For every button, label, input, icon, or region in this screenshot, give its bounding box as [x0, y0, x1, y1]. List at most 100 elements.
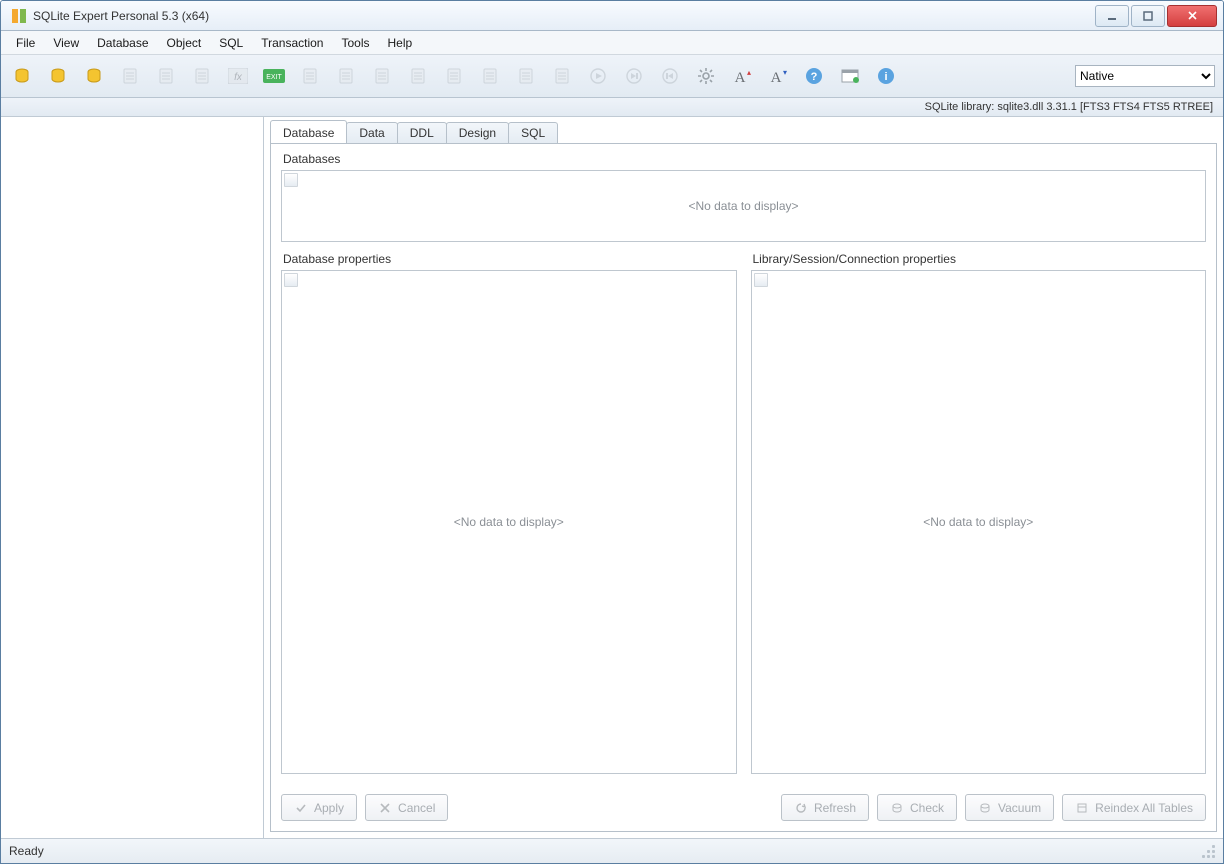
- tab-database[interactable]: Database: [270, 120, 347, 143]
- svg-text:▾: ▾: [783, 68, 787, 77]
- exit-icon[interactable]: EXIT: [261, 63, 287, 89]
- status-ready: Ready: [9, 844, 60, 858]
- x-icon: [378, 801, 392, 815]
- titlebar: SQLite Expert Personal 5.3 (x64): [1, 1, 1223, 31]
- button-label: Check: [910, 801, 944, 815]
- nodata-text: <No data to display>: [752, 271, 1206, 773]
- step-icon[interactable]: [621, 63, 647, 89]
- lib-props-label: Library/Session/Connection properties: [753, 252, 1207, 266]
- tabstrip: DatabaseDataDDLDesignSQL: [270, 119, 1217, 143]
- resize-grip-icon[interactable]: [1201, 844, 1215, 858]
- button-label: Cancel: [398, 801, 435, 815]
- lib-props-box[interactable]: <No data to display>: [751, 270, 1207, 774]
- script-icon[interactable]: [549, 63, 575, 89]
- remove-db-icon[interactable]: [117, 63, 143, 89]
- font-inc-icon[interactable]: A▴: [729, 63, 755, 89]
- svg-text:?: ?: [811, 71, 818, 83]
- svg-text:A: A: [771, 70, 782, 85]
- databases-box[interactable]: <No data to display>: [281, 170, 1206, 242]
- new-table-icon[interactable]: [297, 63, 323, 89]
- db-check-icon: [890, 801, 904, 815]
- svg-text:EXIT: EXIT: [266, 74, 282, 81]
- menu-file[interactable]: File: [7, 31, 44, 54]
- nodata-text: <No data to display>: [282, 271, 736, 773]
- indexes-icon[interactable]: [405, 63, 431, 89]
- svg-text:fx: fx: [234, 72, 243, 83]
- toolbar: fxEXITA▴A▾?i Native: [1, 55, 1223, 98]
- folder-icon[interactable]: [513, 63, 539, 89]
- tab-design[interactable]: Design: [446, 122, 509, 143]
- copy-icon[interactable]: [189, 63, 215, 89]
- reindex-icon: [1075, 801, 1089, 815]
- svg-text:▴: ▴: [747, 68, 751, 77]
- cancel-button[interactable]: Cancel: [365, 794, 448, 821]
- lib-props-group: Library/Session/Connection properties <N…: [751, 252, 1207, 774]
- content: DatabaseDataDDLDesignSQL Databases <No d…: [264, 117, 1223, 838]
- db-props-label: Database properties: [283, 252, 737, 266]
- library-strip: SQLite library: sqlite3.dll 3.31.1 [FTS3…: [1, 98, 1223, 117]
- check-button[interactable]: Check: [877, 794, 957, 821]
- delete-table-icon[interactable]: [369, 63, 395, 89]
- menu-database[interactable]: Database: [88, 31, 157, 54]
- button-label: Apply: [314, 801, 344, 815]
- settings-icon[interactable]: [693, 63, 719, 89]
- grid-corner-icon: [284, 273, 298, 287]
- menu-object[interactable]: Object: [158, 31, 211, 54]
- databases-label: Databases: [283, 152, 1206, 166]
- mode-select-wrap: Native: [1075, 65, 1215, 87]
- maximize-button[interactable]: [1131, 5, 1165, 27]
- menu-tools[interactable]: Tools: [332, 31, 378, 54]
- attach-db-icon[interactable]: [81, 63, 107, 89]
- tab-database-page: Databases <No data to display> Database …: [270, 143, 1217, 832]
- open-db-icon[interactable]: [45, 63, 71, 89]
- databases-group: Databases <No data to display>: [281, 152, 1206, 242]
- nodata-text: <No data to display>: [282, 171, 1205, 241]
- font-dec-icon[interactable]: A▾: [765, 63, 791, 89]
- window-icon[interactable]: [837, 63, 863, 89]
- run-icon[interactable]: [585, 63, 611, 89]
- menubar: FileViewDatabaseObjectSQLTransactionTool…: [1, 31, 1223, 55]
- button-label: Refresh: [814, 801, 856, 815]
- grid-corner-icon: [284, 173, 298, 187]
- window-title: SQLite Expert Personal 5.3 (x64): [33, 9, 1095, 23]
- new-db-icon[interactable]: [9, 63, 35, 89]
- columns-icon[interactable]: [441, 63, 467, 89]
- svg-text:i: i: [884, 71, 887, 83]
- grid-corner-icon: [754, 273, 768, 287]
- properties-row: Database properties <No data to display>…: [281, 252, 1206, 784]
- fx-icon[interactable]: fx: [225, 63, 251, 89]
- menu-sql[interactable]: SQL: [210, 31, 252, 54]
- tab-data[interactable]: Data: [346, 122, 397, 143]
- help-icon[interactable]: ?: [801, 63, 827, 89]
- db-tree-sidebar[interactable]: [1, 117, 264, 838]
- db-props-group: Database properties <No data to display>: [281, 252, 737, 774]
- minimize-button[interactable]: [1095, 5, 1129, 27]
- svg-text:A: A: [735, 70, 746, 85]
- reindex-button[interactable]: Reindex All Tables: [1062, 794, 1206, 821]
- apply-button[interactable]: Apply: [281, 794, 357, 821]
- button-label: Reindex All Tables: [1095, 801, 1193, 815]
- library-text: SQLite library: sqlite3.dll 3.31.1 [FTS3…: [925, 101, 1213, 113]
- refresh-icon: [794, 801, 808, 815]
- edit-table-icon[interactable]: [333, 63, 359, 89]
- statusbar: Ready: [1, 838, 1223, 863]
- db-props-box[interactable]: <No data to display>: [281, 270, 737, 774]
- close-button[interactable]: [1167, 5, 1217, 27]
- mode-select[interactable]: Native: [1075, 65, 1215, 87]
- menu-view[interactable]: View: [44, 31, 88, 54]
- app-icon: [11, 8, 27, 24]
- tab-ddl[interactable]: DDL: [397, 122, 447, 143]
- menu-help[interactable]: Help: [378, 31, 421, 54]
- rewind-icon[interactable]: [657, 63, 683, 89]
- info-icon[interactable]: i: [873, 63, 899, 89]
- rename-icon[interactable]: [153, 63, 179, 89]
- check-icon: [294, 801, 308, 815]
- main-row: DatabaseDataDDLDesignSQL Databases <No d…: [1, 117, 1223, 838]
- properties-icon[interactable]: [477, 63, 503, 89]
- menu-transaction[interactable]: Transaction: [252, 31, 332, 54]
- vacuum-button[interactable]: Vacuum: [965, 794, 1054, 821]
- tab-sql[interactable]: SQL: [508, 122, 558, 143]
- app-window: SQLite Expert Personal 5.3 (x64) FileVie…: [0, 0, 1224, 864]
- refresh-button[interactable]: Refresh: [781, 794, 869, 821]
- window-buttons: [1095, 5, 1219, 27]
